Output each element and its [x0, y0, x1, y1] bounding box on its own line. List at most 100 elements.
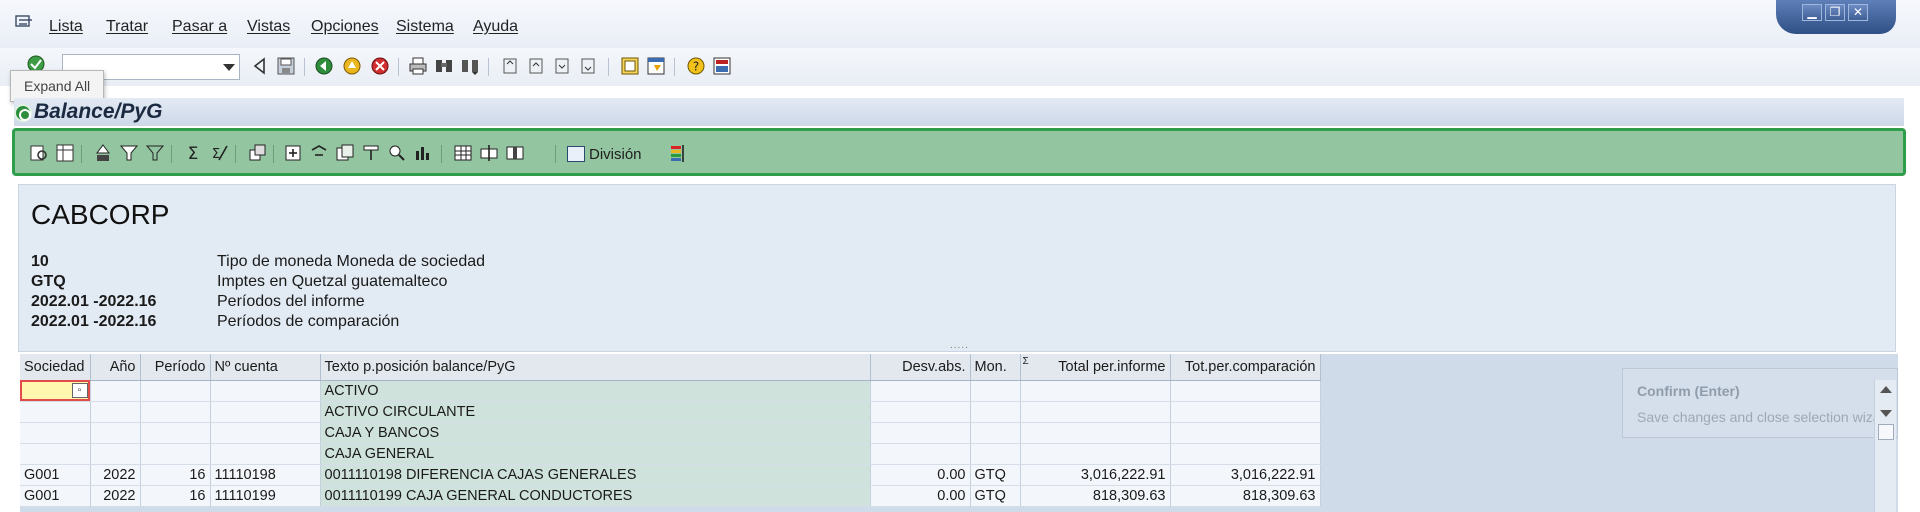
details-icon[interactable] — [29, 143, 49, 163]
expand-node-icon[interactable] — [335, 143, 355, 163]
last-page-icon[interactable] — [578, 56, 598, 76]
filter-icon[interactable] — [119, 143, 139, 163]
value-help-icon[interactable]: ▫ — [71, 382, 88, 398]
cell-texto[interactable]: ACTIVO CIRCULANTE — [320, 401, 871, 423]
chevron-down-icon[interactable] — [223, 64, 235, 71]
cell-moneda[interactable] — [970, 443, 1021, 465]
cell-periodo[interactable] — [140, 401, 211, 423]
cell-texto[interactable]: 0011110199 CAJA GENERAL CONDUCTORES — [320, 485, 871, 507]
cell-total[interactable]: 818,309.63 — [1020, 485, 1171, 507]
scroll-down-icon[interactable] — [1880, 410, 1892, 417]
cell-moneda[interactable] — [970, 401, 1021, 423]
column-header-total[interactable]: Σ Total per.informe — [1020, 354, 1171, 381]
first-page-icon[interactable] — [500, 56, 520, 76]
graphic-icon[interactable] — [413, 143, 433, 163]
collapse-node-icon[interactable] — [361, 143, 381, 163]
menu-opciones[interactable]: Opciones — [311, 18, 379, 36]
cell-comparacion[interactable] — [1170, 443, 1321, 465]
print-icon[interactable] — [408, 56, 428, 76]
cell-comparacion[interactable] — [1170, 422, 1321, 444]
save-icon[interactable] — [276, 56, 296, 76]
find-node-icon[interactable] — [387, 143, 407, 163]
close-icon[interactable]: ✕ — [1848, 4, 1868, 21]
cell-total[interactable] — [1020, 401, 1171, 423]
subtotal-icon[interactable]: Σ — [209, 143, 229, 163]
menu-tratar[interactable]: Tratar — [106, 18, 148, 36]
cell-cuenta[interactable] — [210, 443, 321, 465]
cell-sociedad[interactable] — [20, 443, 91, 465]
column-header-comparacion[interactable]: Tot.per.comparación — [1170, 354, 1321, 381]
cell-cuenta[interactable] — [210, 422, 321, 444]
cell-desv[interactable] — [870, 422, 971, 444]
table-row[interactable]: G001 2022 16 11110198 0011110198 DIFERENCIA … — [20, 464, 1321, 486]
cell-desv[interactable]: 0.00 — [870, 485, 971, 507]
division-button[interactable]: División — [567, 143, 642, 165]
sum-icon[interactable]: Σ — [183, 143, 203, 163]
vertical-scrollbar[interactable] — [1874, 380, 1896, 512]
filter-delete-icon[interactable] — [145, 143, 165, 163]
column-settings-icon[interactable] — [505, 143, 525, 163]
cell-cuenta[interactable] — [210, 380, 321, 402]
sort-ascending-icon[interactable] — [93, 143, 113, 163]
column-header-cuenta[interactable]: Nº cuenta — [210, 354, 321, 381]
previous-page-icon[interactable] — [526, 56, 546, 76]
menu-list-icon[interactable] — [15, 15, 33, 29]
cell-desv[interactable]: 0.00 — [870, 464, 971, 486]
back-green-icon[interactable] — [314, 56, 334, 76]
column-header-desv[interactable]: Desv.abs. — [870, 354, 971, 381]
splitter-handle[interactable]: ..... — [950, 340, 969, 351]
cell-moneda[interactable] — [970, 380, 1021, 402]
menu-ayuda[interactable]: Ayuda — [473, 18, 518, 36]
cell-desv[interactable] — [870, 443, 971, 465]
scroll-thumb[interactable] — [1878, 424, 1894, 440]
find-icon[interactable] — [434, 56, 454, 76]
cancel-red-icon[interactable] — [370, 56, 390, 76]
cell-total[interactable] — [1020, 443, 1171, 465]
cell-comparacion[interactable]: 818,309.63 — [1170, 485, 1321, 507]
table-row[interactable]: G001 2022 16 11110199 0011110199 CAJA GENERA… — [20, 485, 1321, 507]
cell-anio[interactable] — [90, 401, 141, 423]
color-legend-icon[interactable] — [667, 143, 687, 163]
customize-layout-icon[interactable] — [712, 56, 732, 76]
help-icon[interactable]: ? — [686, 56, 706, 76]
column-header-periodo[interactable]: Período — [140, 354, 211, 381]
minimize-icon[interactable]: ▁ — [1802, 4, 1822, 21]
cell-texto[interactable]: ACTIVO — [320, 380, 871, 402]
cell-sociedad[interactable] — [20, 422, 91, 444]
shortcut-icon[interactable] — [646, 56, 666, 76]
column-header-anio[interactable]: Año — [90, 354, 141, 381]
cell-anio[interactable] — [90, 380, 141, 402]
cell-anio[interactable] — [90, 422, 141, 444]
cell-total[interactable]: 3,016,222.91 — [1020, 464, 1171, 486]
cell-sociedad[interactable]: G001 — [20, 464, 91, 486]
table-row[interactable]: ACTIVO CIRCULANTE — [20, 401, 1321, 423]
cell-moneda[interactable]: GTQ — [970, 485, 1021, 507]
cell-texto[interactable]: CAJA GENERAL — [320, 443, 871, 465]
menu-pasar-a[interactable]: Pasar a — [172, 18, 227, 36]
column-header-moneda[interactable]: Mon. — [970, 354, 1021, 381]
menu-sistema[interactable]: Sistema — [396, 18, 454, 36]
table-icon[interactable] — [453, 143, 473, 163]
create-session-icon[interactable] — [620, 56, 640, 76]
cell-cuenta[interactable] — [210, 401, 321, 423]
column-header-sociedad[interactable]: Sociedad — [20, 354, 91, 381]
cell-anio[interactable] — [90, 443, 141, 465]
collapse-all-icon[interactable] — [309, 143, 329, 163]
cell-total[interactable] — [1020, 380, 1171, 402]
hierarchy-icon[interactable] — [247, 143, 267, 163]
cell-desv[interactable] — [870, 380, 971, 402]
menu-lista[interactable]: Lista — [49, 18, 83, 36]
cell-sociedad[interactable]: G001 — [20, 485, 91, 507]
cell-cuenta[interactable]: 11110199 — [210, 485, 321, 507]
cell-periodo[interactable]: 16 — [140, 485, 211, 507]
cell-sociedad[interactable] — [20, 401, 91, 423]
cell-anio[interactable]: 2022 — [90, 464, 141, 486]
cell-periodo[interactable]: 16 — [140, 464, 211, 486]
column-header-texto[interactable]: Texto p.posición balance/PyG — [320, 354, 871, 381]
table-row[interactable]: CAJA Y BANCOS — [20, 422, 1321, 444]
cell-periodo[interactable] — [140, 380, 211, 402]
scroll-up-icon[interactable] — [1880, 386, 1892, 393]
restore-icon[interactable]: ❐ — [1825, 4, 1845, 21]
back-arrow-icon[interactable] — [250, 56, 270, 76]
next-page-icon[interactable] — [552, 56, 572, 76]
